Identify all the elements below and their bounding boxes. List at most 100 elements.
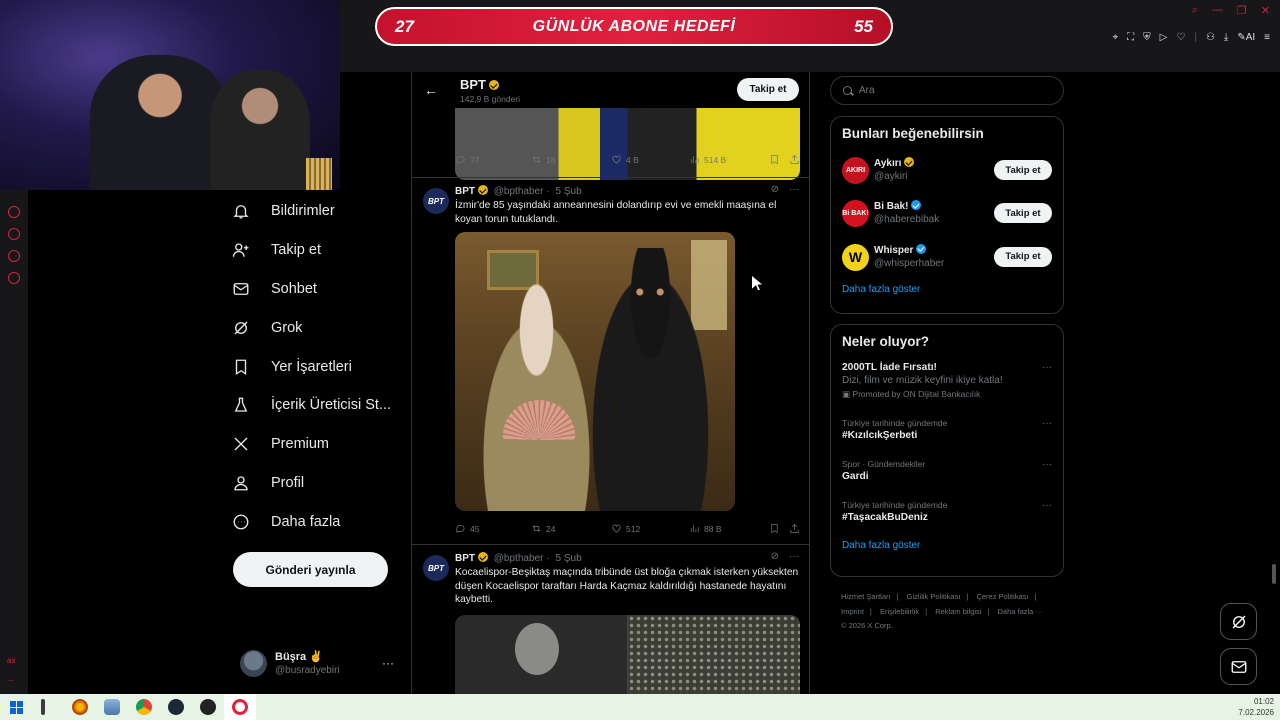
- more-icon[interactable]: ···: [789, 551, 799, 562]
- tweet-image[interactable]: [455, 108, 800, 180]
- nav-profile[interactable]: Profil: [232, 464, 402, 503]
- trend-item[interactable]: 2000TL İade Fırsatı! Dizi, film ve müzik…: [831, 362, 1063, 418]
- nav-bookmarks[interactable]: Yer İşaretleri: [232, 347, 402, 386]
- nav-more[interactable]: Daha fazla: [232, 502, 402, 541]
- suggested-account[interactable]: AKIRI Aykırı @aykiri Takip et: [831, 150, 1063, 193]
- like-button[interactable]: 4 B: [611, 154, 689, 165]
- account-switcher[interactable]: Büşra ✌️ @busradyebiri ···: [240, 648, 400, 678]
- follow-button[interactable]: Takip et: [994, 203, 1052, 224]
- search-input[interactable]: [859, 85, 1039, 96]
- heart-icon[interactable]: ♡: [1176, 32, 1185, 43]
- tweet-time[interactable]: 5 Şub: [556, 186, 582, 197]
- play-icon[interactable]: ▷: [1160, 32, 1168, 43]
- tweet-time[interactable]: 5 Şub: [556, 553, 582, 564]
- taskbar-app[interactable]: [128, 694, 160, 720]
- screenshot-icon[interactable]: ⛶: [1127, 32, 1134, 43]
- author-handle[interactable]: @bpthaber: [494, 186, 544, 197]
- nav-premium[interactable]: Premium: [232, 425, 402, 464]
- suggested-account[interactable]: W Whisper @whisperhaber Takip et: [831, 237, 1063, 280]
- nav-chat[interactable]: Sohbet: [232, 270, 402, 309]
- taskbar-app[interactable]: [96, 694, 128, 720]
- nav-grok[interactable]: Grok: [232, 308, 402, 347]
- grok-button[interactable]: [1220, 603, 1257, 640]
- pin-icon[interactable]: ⌖: [1113, 32, 1119, 43]
- trend-item[interactable]: Türkiye tarihinde gündemde #TaşacakBuDen…: [831, 500, 1063, 540]
- nav-creator-studio[interactable]: İçerik Üreticisi St...: [232, 386, 402, 425]
- search-box[interactable]: [830, 76, 1064, 105]
- taskbar-app[interactable]: [64, 694, 96, 720]
- avatar[interactable]: BPT: [423, 188, 449, 214]
- views-button[interactable]: 514 B: [689, 154, 769, 165]
- back-arrow-icon[interactable]: ←: [424, 82, 438, 98]
- follow-button[interactable]: Takip et: [994, 246, 1052, 267]
- nav-notifications[interactable]: Bildirimler: [232, 192, 402, 231]
- grok-icon[interactable]: ⊘: [771, 184, 779, 195]
- views-button[interactable]: 88 B: [689, 523, 769, 534]
- close-icon[interactable]: ✕: [1261, 4, 1270, 17]
- show-more-link[interactable]: Daha fazla göster: [831, 540, 1063, 551]
- sidebar-app-icon[interactable]: [8, 206, 20, 218]
- taskbar-app[interactable]: [160, 694, 192, 720]
- system-clock[interactable]: 01:02 7.02.2026: [1238, 696, 1274, 718]
- taskbar-app[interactable]: [224, 694, 256, 720]
- messages-button[interactable]: [1220, 648, 1257, 685]
- follow-button[interactable]: Takip et: [994, 160, 1052, 180]
- tweet-image[interactable]: [455, 615, 800, 694]
- bookmark-button[interactable]: [769, 523, 789, 534]
- bookmark-button[interactable]: [769, 154, 789, 165]
- more-icon[interactable]: ···: [1042, 418, 1052, 429]
- post-button[interactable]: Gönderi yayınla: [233, 552, 388, 587]
- footer-link[interactable]: Gizlilik Politikası: [907, 592, 961, 601]
- more-icon[interactable]: ···: [1042, 362, 1052, 373]
- restore-icon[interactable]: ❐: [1237, 4, 1247, 17]
- grok-icon: [1232, 615, 1245, 628]
- messenger-icon[interactable]: [8, 250, 20, 262]
- trend-item[interactable]: Türkiye tarihinde gündemde #KızılcıkŞerb…: [831, 418, 1063, 459]
- taskbar-app[interactable]: [32, 694, 64, 720]
- taskbar-app[interactable]: [192, 694, 224, 720]
- start-button[interactable]: [0, 694, 32, 720]
- ai-icon[interactable]: ✎AI: [1237, 32, 1255, 43]
- trend-item[interactable]: Spor · Gündemdekiler Gardi ···: [831, 459, 1063, 500]
- more-icon[interactable]: ···: [1042, 500, 1052, 511]
- sidebar-more[interactable]: ...: [7, 674, 14, 683]
- suggested-account[interactable]: Bi BAK! Bi Bak! @haberebibak Takip et: [831, 193, 1063, 236]
- tweet-image[interactable]: [455, 232, 735, 511]
- grok-icon[interactable]: ⊘: [771, 551, 779, 562]
- more-icon[interactable]: ···: [1042, 459, 1052, 470]
- history-icon[interactable]: [8, 228, 20, 240]
- repost-button[interactable]: 18: [531, 154, 611, 165]
- share-button[interactable]: [789, 523, 800, 534]
- account-menu-icon[interactable]: ···: [382, 656, 394, 670]
- like-button[interactable]: 512: [611, 523, 689, 534]
- download-icon[interactable]: ⤓: [1224, 32, 1228, 43]
- author-handle[interactable]: @bpthaber: [494, 553, 544, 564]
- scrollbar-thumb[interactable]: [1272, 564, 1276, 584]
- nav-follow[interactable]: Takip et: [232, 231, 402, 270]
- scrollbar[interactable]: [1268, 72, 1280, 694]
- reply-button[interactable]: 77: [455, 154, 531, 165]
- footer-link[interactable]: Reklam bilgisi: [935, 607, 981, 616]
- avatar[interactable]: BPT: [423, 555, 449, 581]
- footer-link[interactable]: Erişilebilirlik: [880, 607, 919, 616]
- search-icon[interactable]: ⌕: [1192, 4, 1198, 17]
- reply-button[interactable]: 45: [455, 523, 531, 534]
- more-icon[interactable]: ···: [789, 184, 799, 195]
- menu-icon[interactable]: ≡: [1264, 32, 1270, 43]
- minimize-icon[interactable]: —: [1212, 4, 1223, 17]
- repost-button[interactable]: 24: [531, 523, 611, 534]
- footer-link[interactable]: Çerez Politikası: [976, 592, 1028, 601]
- author-name[interactable]: BPT: [455, 553, 475, 564]
- author-name[interactable]: BPT: [455, 186, 475, 197]
- show-more-link[interactable]: Daha fazla göster: [831, 284, 1063, 295]
- tweet[interactable]: BPT BPT @bpthaber · 5 Şub ⊘ ··· Kocaelispo…: [412, 544, 809, 694]
- settings-icon[interactable]: [8, 272, 20, 284]
- shield-icon[interactable]: ⛨: [1143, 32, 1151, 43]
- follow-button[interactable]: Takip et: [737, 78, 799, 101]
- footer-link[interactable]: Imprint: [841, 607, 864, 616]
- footer-link[interactable]: Daha fazla ···: [998, 607, 1043, 616]
- account-icon[interactable]: ⚇: [1206, 32, 1215, 43]
- footer-link[interactable]: Hizmet Şartları: [841, 592, 891, 601]
- tweet[interactable]: BPT BPT @bpthaber · 5 Şub ⊘ ··· İzmir'de 8…: [412, 177, 809, 544]
- share-button[interactable]: [789, 154, 800, 165]
